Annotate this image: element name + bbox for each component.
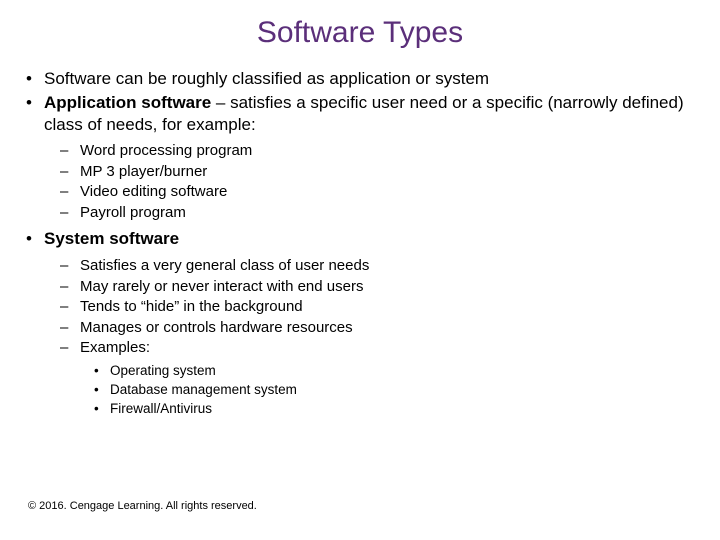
slide-title: Software Types (20, 16, 700, 50)
bullet-item: System software Satisfies a very general… (44, 228, 700, 418)
bullet-item: Video editing software (80, 182, 700, 202)
bullet-item: Database management system (110, 381, 700, 399)
bullet-item: Tends to “hide” in the background (80, 297, 700, 317)
bullet-item: May rarely or never interact with end us… (80, 277, 700, 297)
bullet-item: Manages or controls hardware resources (80, 318, 700, 338)
bullet-item: Software can be roughly classified as ap… (44, 68, 700, 90)
bullet-list-level2: Satisfies a very general class of user n… (44, 256, 700, 418)
bullet-item: Examples: Operating system Database mana… (80, 338, 700, 418)
bullet-list-level1: Software can be roughly classified as ap… (20, 68, 700, 418)
bold-term: Application software (44, 93, 211, 112)
bullet-item: Firewall/Antivirus (110, 400, 700, 418)
bullet-item: Application software – satisfies a speci… (44, 92, 700, 223)
bullet-list-level3: Operating system Database management sys… (80, 362, 700, 419)
copyright-footer: © 2016. Cengage Learning. All rights res… (28, 500, 257, 512)
bold-term: System software (44, 229, 179, 248)
bullet-item: Operating system (110, 362, 700, 380)
bullet-text: Examples: (80, 339, 150, 356)
bullet-item: Satisfies a very general class of user n… (80, 256, 700, 276)
bullet-item: MP 3 player/burner (80, 162, 700, 182)
bullet-list-level2: Word processing program MP 3 player/burn… (44, 141, 700, 222)
bullet-item: Payroll program (80, 203, 700, 223)
bullet-item: Word processing program (80, 141, 700, 161)
